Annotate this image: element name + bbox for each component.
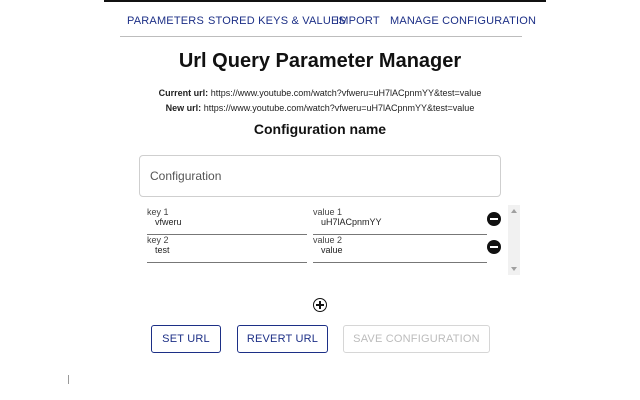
configuration-name-heading: Configuration name (253, 121, 387, 137)
new-url-label: New url: (165, 103, 202, 113)
remove-param-1-icon[interactable] (487, 212, 501, 226)
configuration-name-input[interactable] (139, 155, 501, 197)
set-url-button[interactable]: SET URL (151, 325, 221, 353)
scrollbar[interactable] (508, 205, 520, 275)
key-input[interactable]: vfweru (155, 217, 182, 227)
key-underline (147, 262, 307, 263)
page-title: Url Query Parameter Manager (178, 50, 462, 72)
scroll-down-icon[interactable] (511, 267, 517, 271)
save-configuration-button: SAVE CONFIGURATION (343, 325, 490, 353)
parameter-list: key 1 vfweru value 1 uH7lACpnmYY key 2 t… (139, 205, 521, 275)
value-input[interactable]: value (321, 245, 343, 255)
parameter-row: key 2 test value 2 value (139, 235, 487, 263)
new-url-line: New url: https://www.youtube.com/watch?v… (0, 103, 640, 113)
value-underline (313, 262, 487, 263)
key-label: key 1 (147, 207, 169, 217)
value-input[interactable]: uH7lACpnmYY (321, 217, 382, 227)
scroll-up-icon[interactable] (511, 209, 517, 213)
add-parameter-icon[interactable] (313, 298, 327, 312)
tab-parameters[interactable]: PARAMETERS (127, 15, 204, 27)
top-border (104, 0, 546, 2)
remove-param-2-icon[interactable] (487, 240, 501, 254)
current-url-line: Current url: https://www.youtube.com/wat… (0, 88, 640, 98)
current-url-label: Current url: (158, 88, 209, 98)
key-input[interactable]: test (155, 245, 170, 255)
tab-stored-keys-values[interactable]: STORED KEYS & VALUES (208, 15, 346, 27)
revert-url-button[interactable]: REVERT URL (237, 325, 328, 353)
text-cursor (68, 375, 69, 384)
new-url-value: https://www.youtube.com/watch?vfweru=uH7… (203, 103, 475, 113)
value-label: value 1 (313, 207, 343, 217)
nav-tabs: PARAMETERS STORED KEYS & VALUES IMPORT M… (120, 10, 536, 37)
tab-import[interactable]: IMPORT (336, 15, 380, 27)
key-label: key 2 (147, 235, 169, 245)
parameter-row: key 1 vfweru value 1 uH7lACpnmYY (139, 207, 487, 235)
tab-manage-configuration[interactable]: MANAGE CONFIGURATION (390, 15, 536, 27)
value-label: value 2 (313, 235, 343, 245)
current-url-value: https://www.youtube.com/watch?vfweru=uH7… (210, 88, 482, 98)
